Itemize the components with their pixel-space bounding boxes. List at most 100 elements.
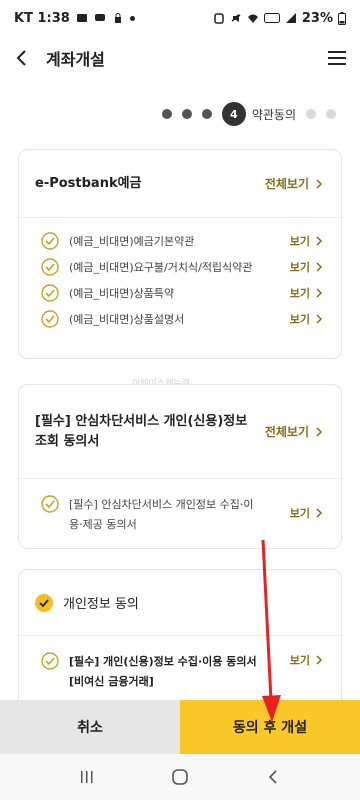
hamburger-menu-icon xyxy=(328,51,346,65)
view-label: 보기 xyxy=(289,261,310,274)
view-link[interactable]: 보기 xyxy=(290,311,325,327)
terms-item[interactable]: [필수] 안심차단서비스 개인정보 수집·이 용·제공 동의서 보기 xyxy=(19,479,341,535)
view-link[interactable]: 보기 xyxy=(290,505,325,521)
view-label: 보기 xyxy=(289,507,310,520)
view-label: 보기 xyxy=(289,235,310,248)
signal-icon xyxy=(285,13,296,23)
chevron-right-icon xyxy=(316,314,323,324)
recents-icon xyxy=(80,771,93,783)
checked-circle-icon xyxy=(35,593,53,612)
back-arrow-icon xyxy=(16,50,26,66)
view-all-label: 전체보기 xyxy=(264,177,309,191)
view-label: 보기 xyxy=(289,654,310,667)
terms-item[interactable]: (예금_비대면)상품설명서 보기 xyxy=(41,306,325,332)
status-right: 23% xyxy=(213,11,346,26)
card-title-line2: 조회 동의서 xyxy=(35,433,100,449)
alarm-icon xyxy=(214,13,224,24)
chevron-right-icon xyxy=(316,288,323,298)
check-circle-icon xyxy=(41,284,59,302)
card-title-line1: [필수] 안심차단서비스 개인(신용)정보 xyxy=(35,413,248,429)
battery-level: 23% xyxy=(301,10,333,26)
cancel-button[interactable]: 취소 xyxy=(0,700,180,754)
terms-item-label: [필수] 개인(신용)정보 수집·이용 동의서 [비여신 금융거래] xyxy=(69,652,257,692)
terms-item-label: (예금_비대면)예금기본약관 xyxy=(69,235,195,248)
view-link[interactable]: 보기 xyxy=(290,233,325,249)
status-bar: KT 1:38 23% xyxy=(0,0,360,36)
terms-item[interactable]: [필수] 개인(신용)정보 수집·이용 동의서 [비여신 금융거래] 보기 xyxy=(19,636,341,692)
screen: KT 1:38 23% 계좌개설 4 약관동의 e-Postbank예금 전체보… xyxy=(0,0,360,800)
chat-notification-icon xyxy=(94,14,105,21)
view-all-link[interactable]: 전체보기 xyxy=(265,175,325,192)
card-header: [필수] 안심차단서비스 개인(신용)정보 조회 동의서 전체보기 xyxy=(19,385,341,479)
view-label: 보기 xyxy=(289,313,310,326)
check-circle-icon xyxy=(41,310,59,328)
terms-item[interactable]: (예금_비대면)상품특약 보기 xyxy=(41,280,325,306)
card-title: [필수] 안심차단서비스 개인(신용)정보 조회 동의서 xyxy=(35,412,247,452)
agree-and-open-button[interactable]: 동의 후 개설 xyxy=(180,700,360,754)
chevron-right-icon xyxy=(316,426,323,437)
status-left: KT 1:38 xyxy=(14,11,135,26)
home-icon xyxy=(172,769,188,785)
status-time: KT 1:38 xyxy=(14,10,70,26)
step-current-label: 약관동의 xyxy=(251,107,296,122)
app-header: 계좌개설 xyxy=(0,36,360,80)
view-all-label: 전체보기 xyxy=(264,425,309,439)
battery-icon xyxy=(338,11,346,25)
chevron-right-icon xyxy=(316,236,323,246)
check-circle-icon xyxy=(41,495,59,513)
step-dot-1 xyxy=(161,109,172,119)
menu-button[interactable] xyxy=(314,36,360,80)
back-button[interactable] xyxy=(0,36,44,80)
step-dot-5 xyxy=(306,109,316,119)
more-notifications-dot xyxy=(129,15,135,21)
bottom-action-bar: 취소 동의 후 개설 xyxy=(0,700,360,754)
system-back-icon xyxy=(269,770,277,784)
step-current-number: 4 xyxy=(221,102,246,126)
view-link[interactable]: 보기 xyxy=(290,652,325,668)
chevron-right-icon xyxy=(316,262,323,272)
terms-item-label: (예금_비대면)요구불/거치식/적립식약관 xyxy=(69,261,253,274)
card-title: 개인정보 동의 xyxy=(63,597,139,612)
lock-notification-icon xyxy=(114,13,121,23)
main-content[interactable]: 4 약관동의 e-Postbank예금 전체보기 (예금_비대면)예금기본약관 … xyxy=(0,80,360,700)
system-nav-bar xyxy=(0,754,360,800)
mute-icon xyxy=(231,14,241,22)
home-button[interactable] xyxy=(160,757,200,797)
recents-button[interactable] xyxy=(67,757,107,797)
terms-item-label: [필수] 안심차단서비스 개인정보 수집·이 용·제공 동의서 xyxy=(69,495,254,535)
chevron-right-icon xyxy=(316,655,323,665)
terms-item-label: (예금_비대면)상품설명서 xyxy=(69,313,185,326)
view-link[interactable]: 보기 xyxy=(290,259,325,275)
terms-item-label-line2: 용·제공 동의서 xyxy=(69,518,137,531)
wifi-icon xyxy=(247,14,258,23)
check-circle-icon xyxy=(41,652,59,670)
check-circle-icon xyxy=(41,258,59,276)
postbank-terms-card: e-Postbank예금 전체보기 (예금_비대면)예금기본약관 보기 (예금_… xyxy=(18,149,342,359)
terms-item[interactable]: (예금_비대면)예금기본약관 보기 xyxy=(41,228,325,254)
terms-item-label: (예금_비대면)상품특약 xyxy=(69,287,175,300)
safe-block-service-card: [필수] 안심차단서비스 개인(신용)정보 조회 동의서 전체보기 [필수] 안… xyxy=(18,384,342,549)
terms-item-label-line2: [비여신 금융거래] xyxy=(69,675,154,688)
chevron-right-icon xyxy=(316,508,323,518)
system-back-button[interactable] xyxy=(253,757,293,797)
check-circle-icon xyxy=(41,232,59,250)
terms-item-label-line1: [필수] 개인(신용)정보 수집·이용 동의서 xyxy=(69,655,257,668)
page-title: 계좌개설 xyxy=(46,50,105,69)
terms-item-label-line1: [필수] 안심차단서비스 개인정보 수집·이 xyxy=(69,498,254,511)
view-link[interactable]: 보기 xyxy=(290,285,325,301)
volte-icon xyxy=(263,13,280,23)
card-title: e-Postbank예금 xyxy=(35,175,142,191)
image-notification-icon xyxy=(76,14,87,22)
personal-info-consent-card: 개인정보 동의 [필수] 개인(신용)정보 수집·이용 동의서 [비여신 금융거… xyxy=(18,569,342,700)
step-dot-2 xyxy=(181,109,192,119)
view-label: 보기 xyxy=(289,287,310,300)
step-indicator: 4 약관동의 xyxy=(161,102,336,126)
step-dot-3 xyxy=(201,109,212,119)
chevron-right-icon xyxy=(316,178,323,189)
step-dot-6 xyxy=(326,109,336,119)
card-header[interactable]: 개인정보 동의 xyxy=(19,570,341,636)
card-header: e-Postbank예금 전체보기 xyxy=(19,150,341,218)
view-all-link[interactable]: 전체보기 xyxy=(265,423,325,440)
terms-list: (예금_비대면)예금기본약관 보기 (예금_비대면)요구불/거치식/적립식약관 … xyxy=(19,218,341,346)
terms-item[interactable]: (예금_비대면)요구불/거치식/적립식약관 보기 xyxy=(41,254,325,280)
